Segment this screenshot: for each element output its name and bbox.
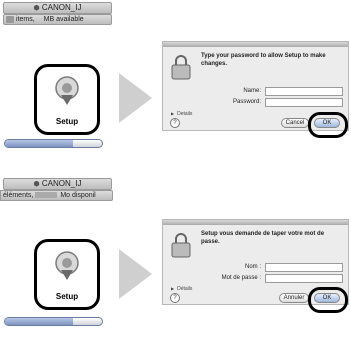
setup-icon[interactable]: [51, 250, 83, 282]
setup-label: Setup: [55, 292, 79, 301]
help-icon[interactable]: ?: [170, 293, 180, 303]
password-label: Mot de passe :: [221, 275, 261, 281]
name-label: Name:: [243, 88, 261, 94]
status-items: items,: [16, 16, 35, 23]
finder-status-bar: éléments, Mo disponil: [0, 190, 113, 201]
next-step-arrow: [119, 249, 152, 299]
dialog-message: Type your password to allow Setup to mak…: [201, 53, 326, 67]
progress-bar: [4, 317, 103, 326]
password-dialog: Setup vous demande de taper votre mot de…: [162, 219, 349, 313]
ok-button-highlight: [308, 112, 348, 138]
disclosure-triangle-icon: ▶: [171, 111, 175, 116]
name-label: Nom :: [244, 264, 261, 270]
cancel-button[interactable]: Annuler: [279, 293, 309, 303]
name-field[interactable]: [265, 263, 343, 272]
help-icon[interactable]: ?: [170, 118, 180, 128]
setup-icon[interactable]: [51, 75, 83, 107]
panel-english: ⬢ CANON_IJ items, MB available Setup Typ…: [0, 0, 351, 175]
volume-icon: [6, 15, 14, 23]
status-available: Mo disponil: [60, 192, 96, 199]
hidden-value: [37, 16, 41, 22]
details-label: Détails: [177, 286, 193, 292]
finder-title: CANON_IJ: [41, 179, 82, 188]
progress-fill: [5, 318, 73, 325]
password-dialog: Type your password to allow Setup to mak…: [162, 41, 349, 138]
ok-button-highlight: [308, 287, 348, 313]
password-field[interactable]: [265, 274, 343, 283]
password-field[interactable]: [265, 98, 343, 107]
setup-app-highlight: Setup: [34, 64, 100, 135]
finder-title-bar: ⬢ CANON_IJ: [3, 2, 112, 14]
progress-bar: [4, 139, 103, 148]
lock-icon: [171, 55, 191, 80]
dialog-message: Setup vous demande de taper votre mot de…: [201, 231, 325, 245]
next-step-arrow: [119, 73, 152, 123]
disk-icon: ⬢: [33, 181, 40, 188]
status-items: éléments,: [3, 192, 34, 199]
disclosure-triangle-icon: ▶: [171, 286, 175, 291]
dialog-title-bar: [163, 220, 348, 225]
panel-french: ⬢ CANON_IJ éléments, Mo disponil Setup S…: [0, 176, 351, 351]
dialog-title-bar: [163, 42, 348, 47]
disk-icon: ⬢: [33, 5, 40, 12]
password-label: Password:: [232, 99, 261, 105]
setup-label: Setup: [55, 117, 79, 126]
status-available: MB available: [43, 16, 84, 23]
cancel-button[interactable]: Cancel: [281, 118, 309, 128]
finder-title-bar: ⬢ CANON_IJ: [3, 178, 112, 190]
name-field[interactable]: [265, 87, 343, 96]
hidden-value: [35, 192, 58, 199]
finder-title: CANON_IJ: [41, 3, 82, 12]
setup-app-highlight: Setup: [34, 239, 100, 310]
progress-fill: [5, 140, 73, 147]
details-label: Details: [177, 111, 193, 117]
details-disclosure[interactable]: ▶ Details: [171, 111, 192, 117]
lock-icon: [171, 233, 191, 258]
details-disclosure[interactable]: ▶ Détails: [171, 286, 192, 292]
finder-status-bar: items, MB available: [3, 14, 112, 25]
